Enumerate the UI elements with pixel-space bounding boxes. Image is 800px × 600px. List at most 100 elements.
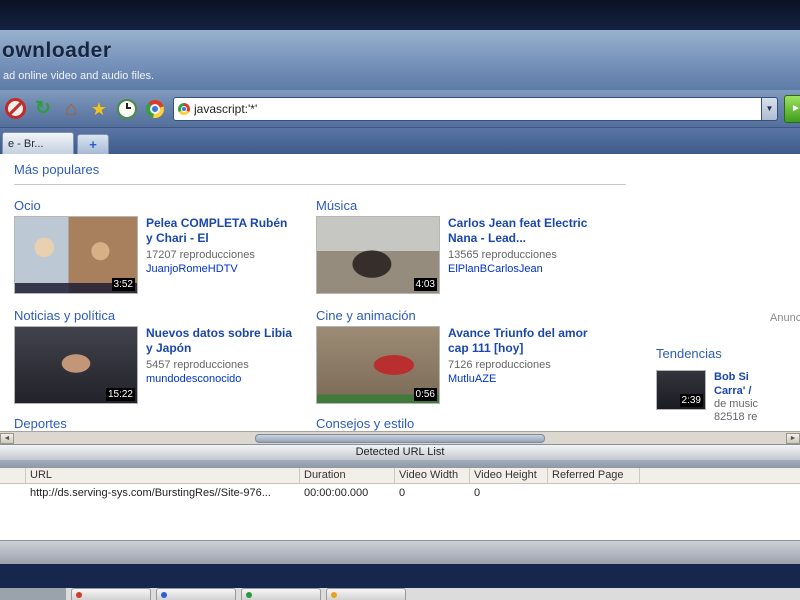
section-title-musica[interactable]: Música — [316, 198, 357, 213]
taskbar-button[interactable] — [71, 588, 151, 600]
url-list-empty-area — [0, 502, 800, 540]
column-header-url[interactable]: URL — [26, 468, 300, 483]
taskbar-start-area — [0, 588, 66, 600]
address-bar[interactable] — [173, 97, 762, 121]
arrow-right-icon: ► — [790, 435, 797, 442]
taskbar-button-icon — [76, 592, 82, 598]
section-title-deportes[interactable]: Deportes — [14, 416, 67, 431]
duration-badge: 15:22 — [106, 388, 135, 401]
video-thumbnail[interactable]: 2:39 — [656, 370, 706, 410]
chrome-icon — [146, 100, 164, 118]
url-panel-title: Detected URL List — [0, 444, 800, 460]
taskbar-button-icon — [331, 592, 337, 598]
scroll-right-button[interactable]: ► — [786, 433, 800, 444]
row-type-cell — [0, 487, 26, 499]
new-tab-button[interactable]: + — [77, 134, 109, 154]
block-icon — [5, 98, 26, 119]
taskbar-button[interactable] — [241, 588, 321, 600]
section-title-cine[interactable]: Cine y animación — [316, 308, 416, 323]
browser-toolbar: ↻ ⌂ ★ ▼ ► — [0, 90, 800, 128]
video-title-link[interactable]: Avance Triunfo del amor cap 111 [hoy] — [448, 326, 598, 356]
video-item: 0:56 Avance Triunfo del amor cap 111 [ho… — [316, 326, 598, 404]
video-views: 17207 reproducciones — [146, 249, 296, 261]
table-row[interactable]: http://ds.serving-sys.com/BurstingRes//S… — [0, 484, 800, 502]
plus-icon: + — [89, 137, 97, 152]
browser-tab[interactable]: e - Br... — [2, 132, 74, 154]
column-header-filler — [640, 468, 800, 483]
video-channel-link[interactable]: JuanjoRomeHDTV — [146, 263, 296, 275]
desktop-top-strip — [0, 0, 800, 30]
arrow-left-icon: ◄ — [4, 435, 11, 442]
refresh-button[interactable]: ↻ — [31, 97, 55, 121]
video-title-link[interactable]: Bob Si — [714, 370, 800, 384]
history-button[interactable] — [115, 97, 139, 121]
favorites-button[interactable]: ★ — [87, 97, 111, 121]
section-title-noticias[interactable]: Noticias y política — [14, 308, 115, 323]
refresh-icon: ↻ — [35, 99, 51, 118]
column-header-duration[interactable]: Duration — [300, 468, 395, 483]
duration-badge: 4:03 — [414, 278, 437, 291]
video-channel-link[interactable]: mundodesconocido — [146, 373, 296, 385]
taskbar-button[interactable] — [326, 588, 406, 600]
row-video-width-cell: 0 — [395, 487, 470, 499]
duration-badge: 0:56 — [414, 388, 437, 401]
taskbar — [0, 588, 800, 600]
url-panel-divider-strip — [0, 460, 800, 468]
home-button[interactable]: ⌂ — [59, 97, 83, 121]
taskbar-button-icon — [246, 592, 252, 598]
page-favicon-icon — [178, 103, 190, 115]
web-page-content: Más populares Ocio 3:52 Pelea COMPLETA R… — [0, 154, 800, 431]
go-button[interactable]: ► — [784, 95, 800, 123]
column-header-video-height[interactable]: Video Height — [470, 468, 548, 483]
video-item: 2:39 Bob Si Carra' / de music 82518 re — [656, 370, 800, 424]
video-channel-link[interactable]: ElPlanBCarlosJean — [448, 263, 598, 275]
scrollbar-thumb[interactable] — [255, 434, 545, 443]
section-title-consejos[interactable]: Consejos y estilo — [316, 416, 414, 431]
address-bar-group: ▼ — [173, 97, 778, 121]
ad-label: Anunc — [770, 312, 800, 324]
panel-footer — [0, 540, 800, 564]
video-thumbnail[interactable]: 15:22 — [14, 326, 138, 404]
video-views: 5457 reproducciones — [146, 359, 296, 371]
video-meta: Nuevos datos sobre Libia y Japón 5457 re… — [146, 326, 296, 404]
column-header-video-width[interactable]: Video Width — [395, 468, 470, 483]
row-duration-cell: 00:00:00.000 — [300, 487, 395, 499]
video-views: 7126 reproducciones — [448, 359, 598, 371]
heading-divider — [14, 184, 626, 185]
scroll-left-button[interactable]: ◄ — [0, 433, 14, 444]
row-url-cell: http://ds.serving-sys.com/BurstingRes//S… — [26, 487, 300, 499]
duration-badge: 2:39 — [680, 394, 703, 407]
horizontal-scrollbar[interactable]: ◄ ► — [0, 431, 800, 444]
taskbar-button-icon — [161, 592, 167, 598]
section-title-tendencias[interactable]: Tendencias — [656, 346, 722, 361]
video-views: 13565 reproducciones — [448, 249, 598, 261]
app-header: ownloader ad online video and audio file… — [0, 30, 800, 90]
video-channel-link[interactable]: MutluAZE — [448, 373, 598, 385]
video-title-link[interactable]: Nuevos datos sobre Libia y Japón — [146, 326, 296, 356]
video-title-link[interactable]: Pelea COMPLETA Rubén y Chari - El — [146, 216, 296, 246]
column-header-referred-page[interactable]: Referred Page — [548, 468, 640, 483]
section-title-ocio[interactable]: Ocio — [14, 198, 41, 213]
duration-badge: 3:52 — [112, 278, 135, 291]
video-thumbnail[interactable]: 0:56 — [316, 326, 440, 404]
video-thumbnail[interactable]: 4:03 — [316, 216, 440, 294]
video-item: 4:03 Carlos Jean feat Electric Nana - Le… — [316, 216, 598, 294]
chevron-down-icon: ▼ — [766, 104, 774, 113]
video-title-link[interactable]: Carra' / — [714, 384, 800, 398]
block-ads-button[interactable] — [3, 97, 27, 121]
taskbar-button[interactable] — [156, 588, 236, 600]
video-item: 3:52 Pelea COMPLETA Rubén y Chari - El 1… — [14, 216, 296, 294]
address-input[interactable] — [194, 102, 757, 116]
video-thumbnail[interactable]: 3:52 — [14, 216, 138, 294]
browser-engine-button[interactable] — [143, 97, 167, 121]
app-window: ownloader ad online video and audio file… — [0, 0, 800, 600]
row-video-height-cell: 0 — [470, 487, 548, 499]
app-subtitle: ad online video and audio files. — [3, 70, 154, 82]
tab-bar: e - Br... + — [0, 128, 800, 154]
page-heading[interactable]: Más populares — [14, 162, 99, 177]
desktop-bottom-strip — [0, 564, 800, 588]
star-icon: ★ — [91, 100, 107, 118]
video-title-link[interactable]: Carlos Jean feat Electric Nana - Lead... — [448, 216, 598, 246]
address-dropdown-button[interactable]: ▼ — [762, 97, 778, 121]
video-meta-text: de music — [714, 398, 800, 411]
